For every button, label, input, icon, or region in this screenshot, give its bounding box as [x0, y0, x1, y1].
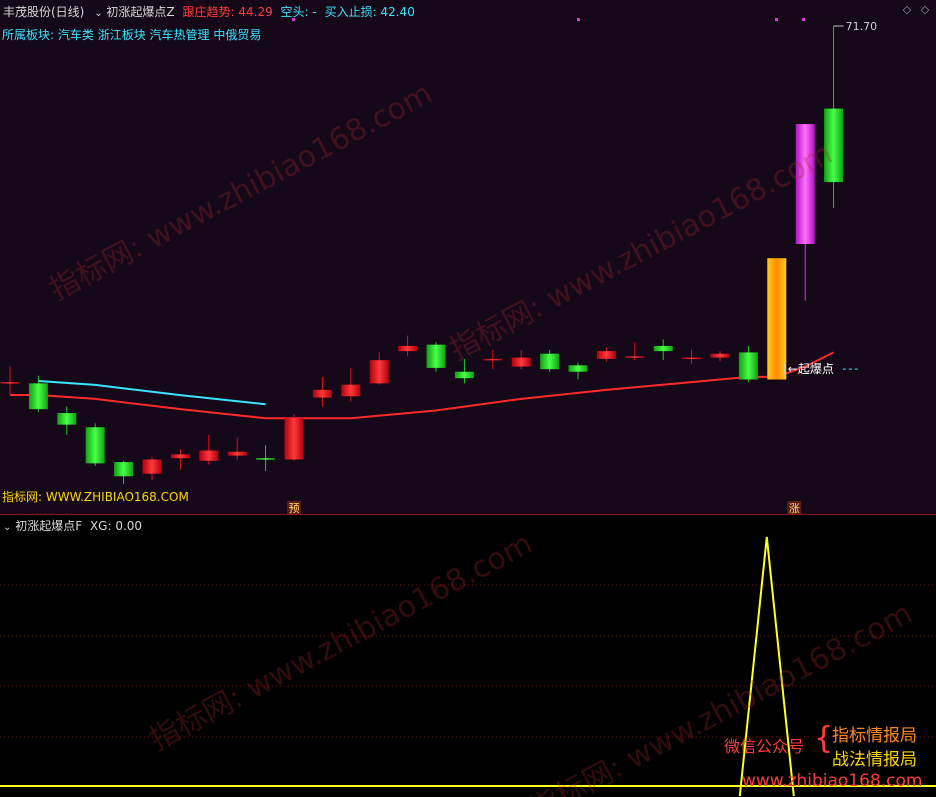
- kline-chart[interactable]: 71.70←起爆点预涨: [0, 0, 936, 515]
- candle-body: [653, 345, 673, 352]
- candle-body: [625, 356, 645, 358]
- candle-body: [795, 124, 815, 245]
- main-header: 丰茂股份(日线) ⌄ 初涨起爆点Z 跟庄趋势: 44.29 空头: - 买入止损…: [3, 3, 415, 20]
- brace-icon: {: [814, 721, 834, 756]
- candle-body: [85, 427, 105, 464]
- candle-body: [0, 382, 20, 384]
- qbd-label: ←起爆点: [788, 362, 834, 376]
- candle-body: [426, 344, 446, 368]
- close-indicator-icon[interactable]: ◇: [918, 3, 932, 17]
- short-label: 空头:: [280, 5, 309, 19]
- candle-body: [341, 384, 361, 397]
- candle-body: [199, 450, 219, 461]
- sub-header: ⌄ 初涨起爆点F XG: 0.00: [3, 517, 142, 534]
- collapse-icon[interactable]: ⌄: [94, 8, 102, 19]
- scroll-up-icon[interactable]: ◇: [900, 3, 914, 17]
- candle-body: [540, 353, 560, 370]
- promo-prefix: 微信公众号: [724, 737, 805, 756]
- candle-body: [170, 454, 190, 459]
- trend-label: 跟庄趋势:: [182, 5, 235, 19]
- candle-body: [227, 451, 247, 456]
- candle-body: [824, 108, 844, 183]
- trend-value: 44.29: [238, 5, 273, 19]
- sub-collapse-icon[interactable]: ⌄: [3, 522, 11, 533]
- candle-body: [28, 383, 48, 410]
- tdx-chart-window: 71.70 ←起爆点预涨 丰茂股份(日线) ⌄ 初涨起爆点Z 跟庄趋势: 44.2…: [0, 0, 936, 797]
- candle-body: [398, 345, 418, 352]
- sector-items[interactable]: 汽车类 浙江板块 汽车热管理 中俄贸易: [58, 28, 261, 42]
- short-value: -: [312, 5, 317, 19]
- sub-indicator-name[interactable]: 初涨起爆点F: [15, 519, 82, 533]
- candle-body: [568, 365, 588, 372]
- sector-label: 所属板块:: [2, 28, 55, 42]
- candle-body: [710, 353, 730, 358]
- indicator-name[interactable]: 初涨起爆点Z: [106, 5, 174, 19]
- xg-label: XG:: [89, 519, 112, 533]
- high-price-label: 71.70: [846, 20, 878, 33]
- sub-indicator-panel[interactable]: ⌄ 初涨起爆点F XG: 0.00 微信公众号 { 指标情报局 战法情报局 ww…: [0, 515, 936, 797]
- candle-body: [57, 413, 77, 425]
- candle-body: [256, 458, 276, 460]
- site-label: 指标网:: [2, 490, 43, 504]
- promo-line1: 指标情报局: [832, 726, 917, 746]
- candle-body: [142, 459, 162, 474]
- xg-value: 0.00: [115, 519, 143, 533]
- promo-line2: 战法情报局: [832, 750, 917, 770]
- candle-body: [767, 258, 787, 380]
- candle-body: [312, 389, 332, 398]
- signal-dot: [802, 18, 805, 21]
- promo-block: 微信公众号: [724, 733, 804, 757]
- cyan-trend-line: [38, 379, 266, 406]
- main-kline-panel[interactable]: 71.70 ←起爆点预涨 丰茂股份(日线) ⌄ 初涨起爆点Z 跟庄趋势: 44.2…: [0, 0, 936, 515]
- sector-line: 所属板块: 汽车类 浙江板块 汽车热管理 中俄贸易: [2, 26, 261, 43]
- signal-dot: [577, 18, 580, 21]
- candle-body: [511, 357, 531, 367]
- site-line: 指标网: WWW.ZHIBIAO168.COM: [2, 488, 189, 505]
- candle-body: [682, 357, 702, 360]
- stock-title[interactable]: 丰茂股份(日线): [3, 5, 84, 19]
- xg-spike: [738, 536, 795, 797]
- ma-line: [10, 351, 835, 420]
- site-url: WWW.ZHIBIAO168.COM: [45, 490, 189, 504]
- candle-body: [738, 352, 758, 380]
- candle-body: [596, 351, 616, 359]
- candle-body: [483, 358, 503, 361]
- stop-label: 买入止损:: [324, 5, 377, 19]
- promo-url: www.zhibiao168.com: [742, 771, 923, 791]
- candle-body: [114, 462, 134, 477]
- candle-body: [284, 418, 304, 460]
- signal-dot: [775, 18, 778, 21]
- candle-body: [454, 371, 474, 379]
- candle-body: [369, 360, 389, 384]
- stop-value: 42.40: [380, 5, 415, 19]
